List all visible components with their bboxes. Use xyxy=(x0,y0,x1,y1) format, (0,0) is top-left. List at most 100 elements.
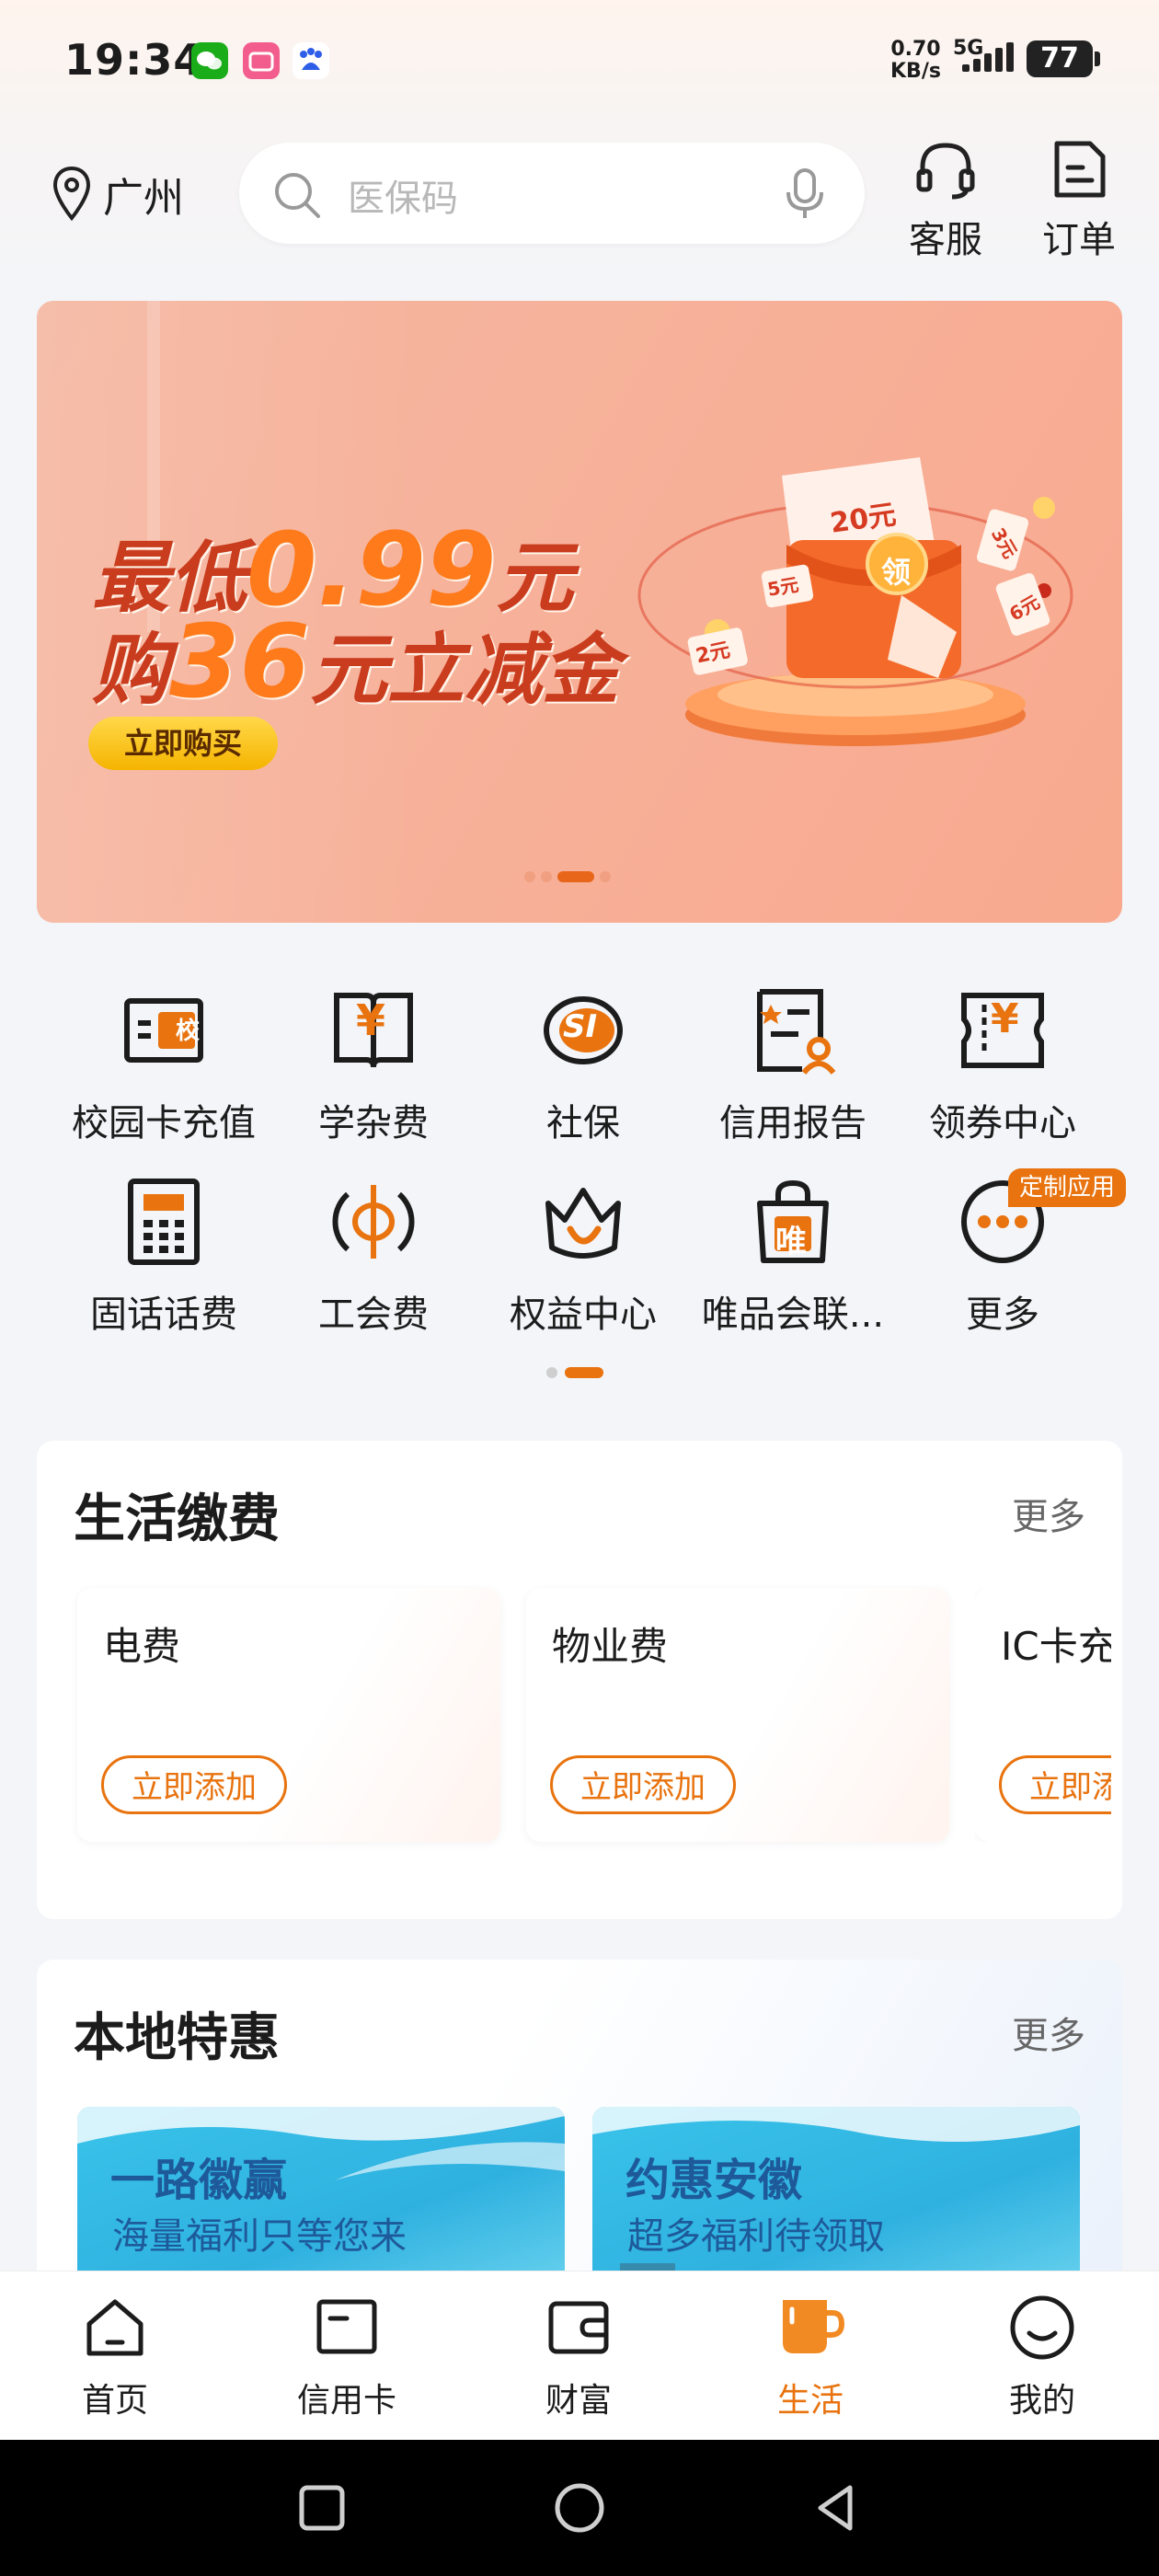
custom-app-tag: 定制应用 xyxy=(1008,1168,1127,1207)
wechat-notification-icon xyxy=(191,42,228,79)
nav-label: 首页 xyxy=(81,2382,148,2420)
orders-label: 订单 xyxy=(1042,219,1116,261)
grid-credit-report[interactable]: 信用报告 xyxy=(687,984,899,1159)
banner-line2-value: 36 xyxy=(169,603,311,720)
grid-label: 权益中心 xyxy=(510,1294,657,1336)
signal-bar-5 xyxy=(1006,42,1014,72)
grid-page-dot-active xyxy=(565,1367,603,1378)
banner-pagination xyxy=(524,871,611,882)
grid-tuition[interactable]: ¥ 学杂费 xyxy=(268,984,479,1159)
nav-home[interactable]: 首页 xyxy=(41,2291,189,2429)
location-pin-icon xyxy=(52,166,91,222)
status-bar: 19:34 0.70 KB/s 5G 77 xyxy=(0,0,1159,129)
search-icon xyxy=(275,173,320,218)
cup-icon xyxy=(783,2300,845,2353)
promo-subtitle: 超多福利待领取 xyxy=(627,2215,885,2258)
grid-page-dot xyxy=(546,1367,557,1378)
grid-landline[interactable]: 固话话费 xyxy=(58,1176,270,1351)
nav-label: 财富 xyxy=(545,2382,612,2420)
smile-icon xyxy=(1010,2295,1074,2360)
bill-item-electricity[interactable]: 电费 立即添加 xyxy=(77,1588,500,1842)
bill-name: 电费 xyxy=(103,1624,181,1669)
grid-social-security[interactable]: SI 社保 xyxy=(477,984,689,1159)
banner-dot xyxy=(541,871,552,882)
customer-service-button[interactable]: 客服 xyxy=(890,138,1001,261)
net-speed-unit: KB/s xyxy=(890,60,941,83)
orders-button[interactable]: 订单 xyxy=(1024,138,1134,261)
back-icon[interactable] xyxy=(809,2480,865,2536)
order-list-icon xyxy=(1054,141,1106,198)
nav-credit-card[interactable]: 信用卡 xyxy=(273,2291,420,2429)
buy-now-button[interactable]: 立即购买 xyxy=(88,717,278,770)
banner-dot-active xyxy=(557,871,594,882)
life-payments-more[interactable]: 更多 xyxy=(1012,1487,1085,1540)
bill-item-ic-card[interactable]: IC卡充 立即添加 xyxy=(975,1588,1111,1842)
network-type: 5G xyxy=(953,37,984,60)
nav-mine[interactable]: 我的 xyxy=(969,2291,1116,2429)
grid-label: 领券中心 xyxy=(929,1102,1076,1144)
microphone-icon[interactable] xyxy=(782,167,828,222)
vip-text: 唯 xyxy=(775,1224,807,1260)
grid-label: 学杂费 xyxy=(318,1102,429,1144)
banner-line2-suffix: 元立减金 xyxy=(310,625,620,715)
grid-label: 固话话费 xyxy=(90,1294,237,1336)
local-deals-more[interactable]: 更多 xyxy=(1012,2006,1085,2059)
life-payments-card: 生活缴费 更多 电费 立即添加 物业费 立即添加 IC卡充 立即添加 xyxy=(37,1441,1122,1919)
nav-label: 信用卡 xyxy=(296,2382,396,2420)
promo-title: 一路徽赢 xyxy=(110,2155,288,2206)
recent-apps-icon[interactable] xyxy=(296,2482,348,2534)
add-now-button[interactable]: 立即添加 xyxy=(550,1755,736,1814)
promo-subtitle: 海量福利只等您来 xyxy=(112,2215,407,2258)
grid-label: 工会费 xyxy=(318,1294,429,1336)
add-now-button[interactable]: 立即添加 xyxy=(101,1755,287,1814)
union-fee-icon xyxy=(332,1185,415,1259)
headset-icon xyxy=(916,143,975,200)
crown-icon xyxy=(545,1188,621,1259)
system-navigation-bar xyxy=(0,2440,1159,2576)
grid-benefits-center[interactable]: 权益中心 xyxy=(477,1176,689,1351)
social-security-si: SI xyxy=(563,1008,598,1045)
signal-bar-2 xyxy=(973,59,981,72)
net-speed: 0.70 KB/s xyxy=(890,39,941,83)
home-circle-icon[interactable] xyxy=(552,2480,607,2536)
nav-wealth[interactable]: 财富 xyxy=(505,2291,652,2429)
battery-indicator: 77 xyxy=(1027,40,1100,77)
life-payments-title: 生活缴费 xyxy=(74,1489,280,1549)
customer-service-label: 客服 xyxy=(909,219,982,261)
coupon-yen: ¥ xyxy=(991,995,1019,1042)
nav-label-active: 生活 xyxy=(776,2382,843,2420)
grid-label: 校园卡充值 xyxy=(72,1102,256,1144)
banner-dot xyxy=(524,871,535,882)
signal-bar-1 xyxy=(962,64,970,72)
local-deals-title: 本地特惠 xyxy=(74,2008,280,2068)
banner-chip-5: 5元 xyxy=(765,573,801,601)
grid-pagination xyxy=(546,1367,603,1378)
tuition-yen: ¥ xyxy=(356,995,386,1045)
campus-card-icon-text: 校 xyxy=(176,1018,201,1045)
search-placeholder: 医保码 xyxy=(348,178,458,220)
banner-line2-prefix: 购 xyxy=(92,625,170,715)
nav-label: 我的 xyxy=(1008,2382,1075,2420)
location-label: 广州 xyxy=(103,175,184,222)
grid-label: 信用报告 xyxy=(719,1102,866,1144)
grid-label: 社保 xyxy=(546,1102,620,1144)
signal-bar-4 xyxy=(995,48,1003,72)
credit-report-icon xyxy=(757,989,836,1075)
wallet-icon xyxy=(548,2301,609,2354)
add-now-button[interactable]: 立即添加 xyxy=(999,1755,1111,1814)
promo-banner[interactable]: 最低0.99元 购36元立减金 立即购买 20元 领 5元 2元 3元 6元 xyxy=(37,301,1122,923)
grid-union-fee[interactable]: 工会费 xyxy=(268,1176,479,1351)
banner-headline-2: 购36元立减金 xyxy=(92,603,619,720)
bill-item-property[interactable]: 物业费 立即添加 xyxy=(526,1588,949,1842)
bilibili-notification-icon xyxy=(243,42,280,79)
location-selector[interactable]: 广州 xyxy=(52,162,199,226)
grid-label: 唯品会联... xyxy=(701,1294,885,1336)
status-time: 19:34 xyxy=(64,35,204,85)
search-bar[interactable]: 医保码 xyxy=(239,143,865,244)
grid-vip-joint[interactable]: 唯 唯品会联... xyxy=(687,1176,899,1351)
nav-life[interactable]: 生活 xyxy=(737,2291,884,2429)
grid-campus-card[interactable]: 校 校园卡充值 xyxy=(58,984,270,1159)
banner-dot xyxy=(600,871,611,882)
grid-coupon-center[interactable]: ¥ 领券中心 xyxy=(897,984,1108,1159)
landline-phone-icon xyxy=(128,1179,200,1265)
